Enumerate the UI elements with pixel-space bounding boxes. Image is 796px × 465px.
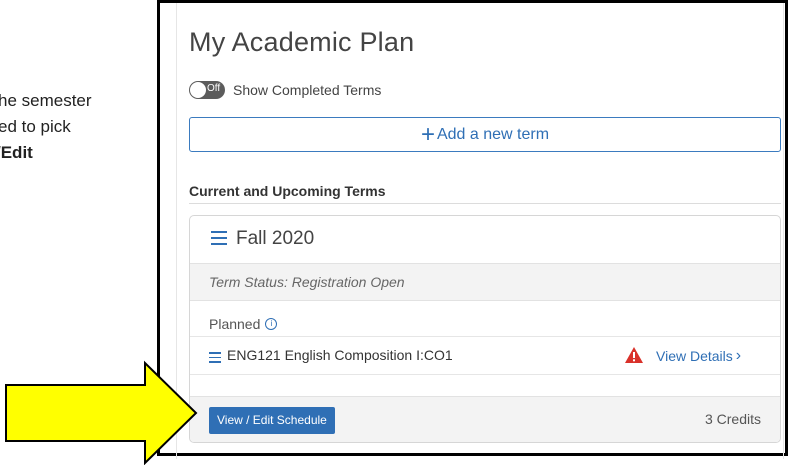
instruction-line-1: he semester	[0, 91, 92, 110]
course-name: ENG121 English Composition I:CO1	[227, 347, 453, 363]
show-completed-terms-row: Off Show Completed Terms	[189, 80, 381, 100]
academic-plan-panel: My Academic Plan Off Show Completed Term…	[176, 3, 784, 459]
term-status: Term Status: Registration Open	[209, 274, 405, 290]
term-status-bar: Term Status: Registration Open	[190, 264, 780, 301]
screenshot-frame: My Academic Plan Off Show Completed Term…	[157, 0, 788, 459]
info-icon[interactable]: i	[265, 318, 278, 330]
course-divider	[190, 374, 780, 375]
page-title: My Academic Plan	[189, 27, 415, 57]
warning-icon	[625, 347, 643, 363]
term-footer: View / Edit Schedule 3 Credits	[190, 396, 780, 442]
credits-label: 3 Credits	[704, 411, 761, 427]
section-heading: Current and Upcoming Terms	[189, 183, 386, 199]
view-details-link[interactable]: View Details ›	[656, 347, 741, 365]
annotation-arrow-icon	[5, 360, 198, 465]
planned-divider	[190, 336, 780, 337]
toggle-knob	[190, 82, 206, 98]
toggle-state-label: Off	[207, 83, 221, 94]
section-divider	[189, 203, 781, 204]
term-header: Fall 2020	[190, 216, 780, 264]
add-new-term-label: Add a new term	[436, 125, 550, 143]
view-edit-schedule-button[interactable]: View / Edit Schedule	[209, 407, 335, 434]
chevron-right-icon: ›	[735, 347, 742, 364]
instruction-line-3: /Edit	[0, 143, 33, 162]
planned-text: Planned	[209, 316, 261, 332]
add-new-term-button[interactable]: + Add a new term	[189, 117, 781, 152]
term-title: Fall 2020	[236, 228, 315, 249]
course-menu-icon[interactable]	[209, 352, 221, 363]
course-row: ENG121 English Composition I:CO1 View De…	[190, 338, 780, 374]
planned-label: Planned i	[209, 316, 278, 332]
plus-icon: +	[420, 120, 435, 148]
term-card: Fall 2020 Term Status: Registration Open…	[189, 215, 781, 443]
menu-icon[interactable]	[211, 231, 227, 245]
toggle-label: Show Completed Terms	[233, 82, 382, 98]
show-completed-terms-toggle[interactable]: Off	[189, 81, 225, 99]
instruction-text: he semester ed to pick /Edit	[0, 88, 150, 166]
instruction-line-2: ed to pick	[0, 117, 71, 136]
view-details-label: View Details	[656, 348, 733, 364]
